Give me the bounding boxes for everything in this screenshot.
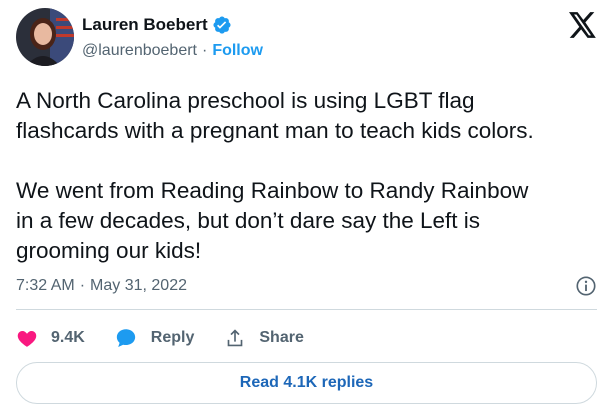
like-count: 9.4K <box>51 329 85 346</box>
share-button[interactable]: Share <box>224 327 304 349</box>
read-replies-label: Read 4.1K replies <box>239 374 374 391</box>
date-separator: · <box>79 277 86 294</box>
heart-icon <box>16 327 38 349</box>
separator-dot: · <box>201 42 208 59</box>
divider <box>16 309 597 310</box>
tweet-timestamp: 7:32 AM · May 31, 2022 <box>16 274 597 298</box>
author-display-name[interactable]: Lauren Boebert <box>82 15 208 35</box>
follow-button[interactable]: Follow <box>212 42 263 60</box>
tweet-date[interactable]: May 31, 2022 <box>90 277 187 295</box>
share-icon <box>224 327 246 349</box>
share-label: Share <box>259 329 304 346</box>
x-logo-icon[interactable] <box>569 12 597 38</box>
read-replies-button[interactable]: Read 4.1K replies <box>16 362 597 404</box>
tweet-time[interactable]: 7:32 AM <box>16 277 75 295</box>
tweet-text: A North Carolina preschool is using LGBT… <box>16 88 534 263</box>
info-icon[interactable] <box>575 275 597 297</box>
author-handle[interactable]: @laurenboebert <box>82 42 197 60</box>
verified-badge-icon <box>212 15 232 35</box>
tweet-header: Lauren Boebert @laurenboebert · Follow <box>16 8 597 66</box>
reply-label: Reply <box>150 329 195 346</box>
reply-bubble-icon <box>115 327 137 349</box>
tweet-actions: 9.4K Reply Share <box>16 326 334 350</box>
like-button[interactable]: 9.4K <box>16 327 85 349</box>
avatar[interactable] <box>16 8 74 66</box>
reply-button[interactable]: Reply <box>115 327 195 349</box>
